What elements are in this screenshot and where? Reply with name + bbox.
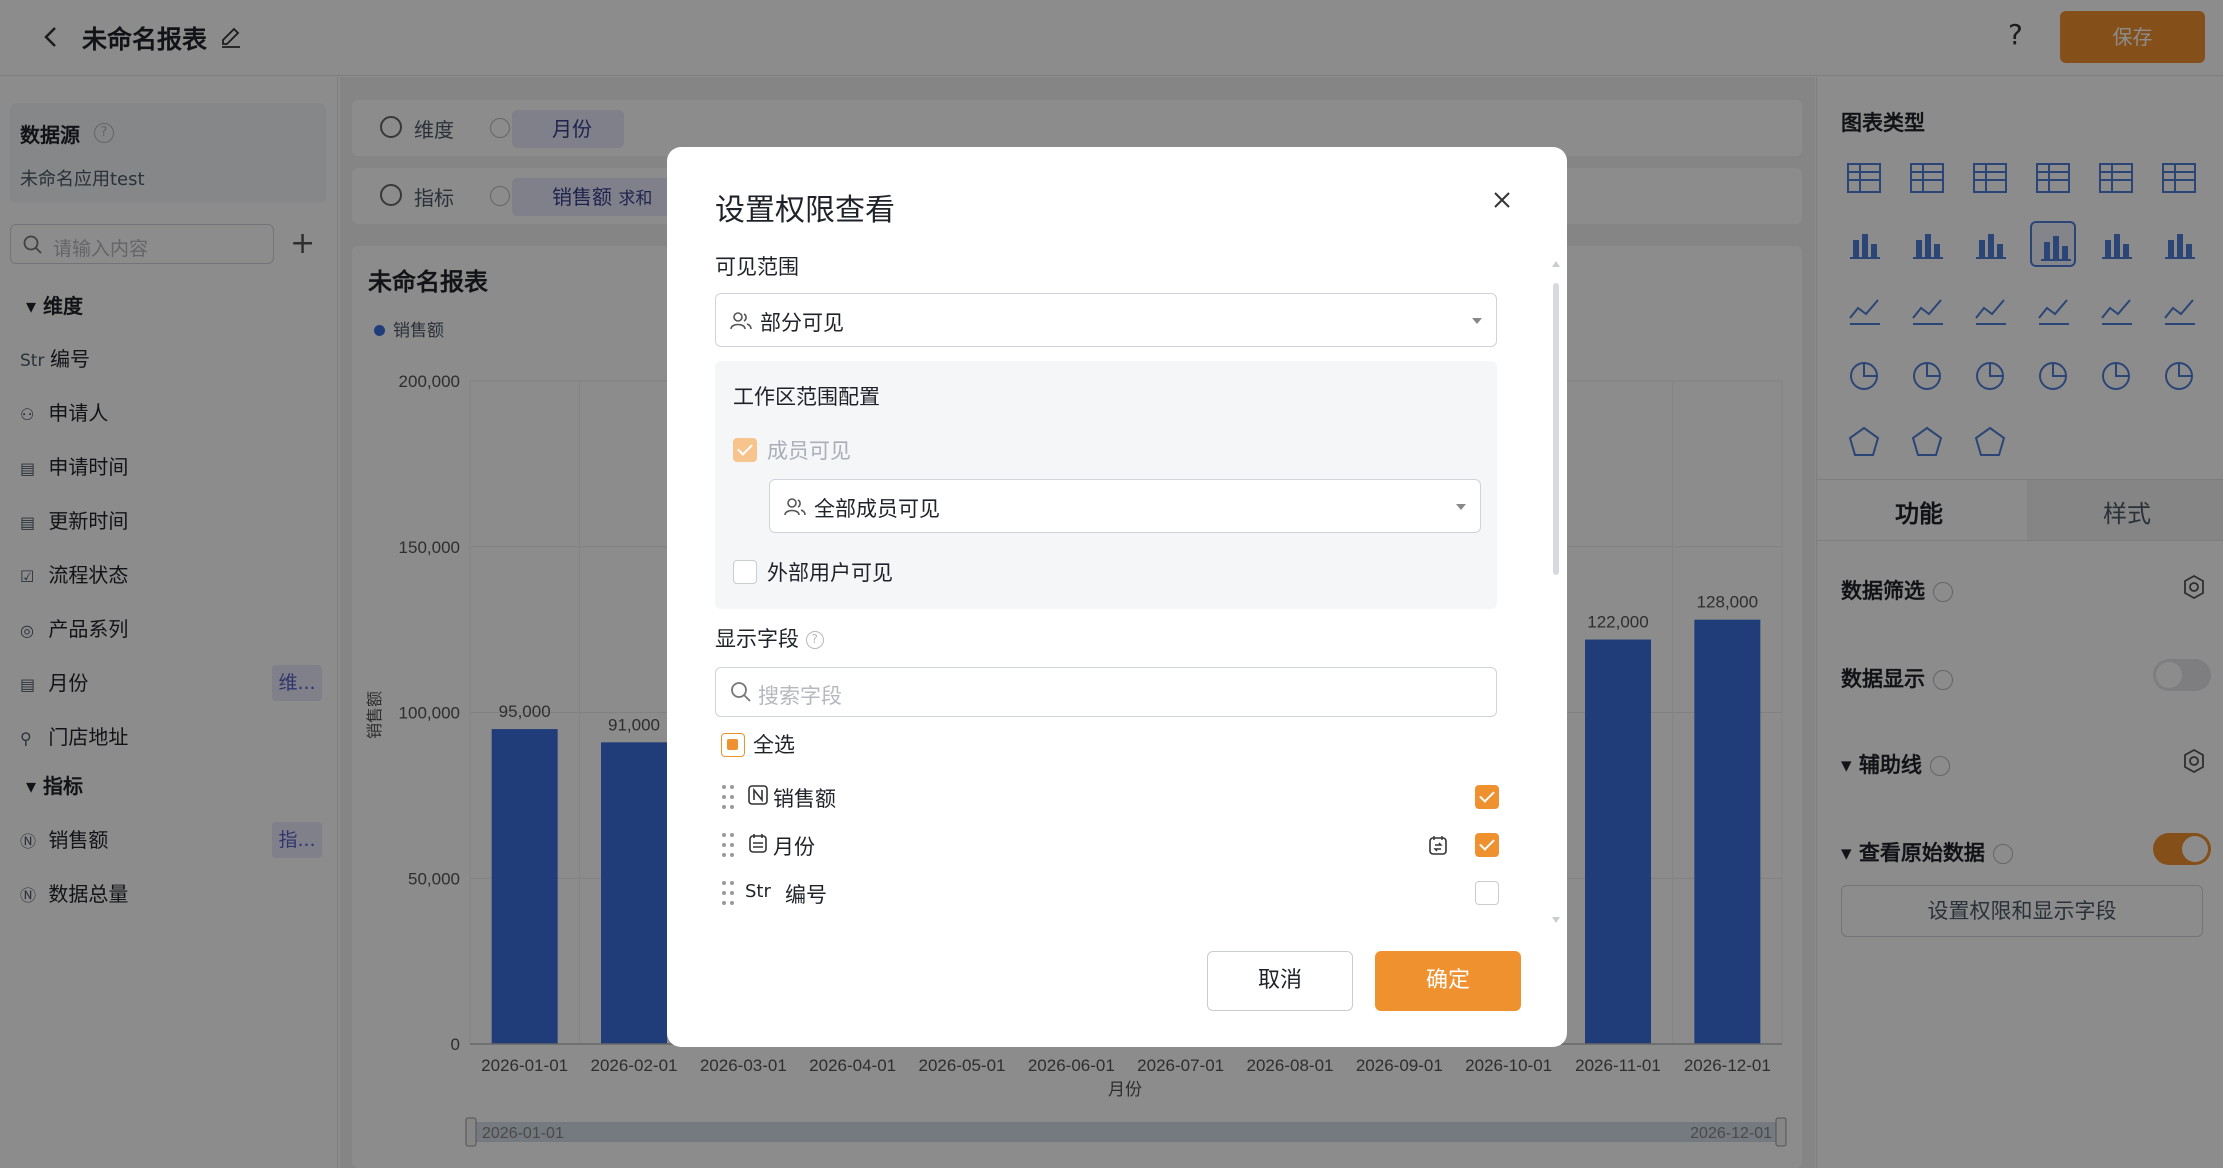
cancel-button[interactable]: 取消 — [1207, 951, 1353, 1011]
help-icon[interactable]: ? — [805, 631, 824, 649]
external-visible-label: 外部用户可见 — [767, 561, 893, 585]
date-format-icon[interactable] — [1427, 834, 1449, 856]
display-fields-text: 显示字段 — [715, 627, 799, 651]
users-icon — [730, 312, 752, 330]
visible-scope-label: 可见范围 — [715, 255, 799, 279]
dialog-scrollbar[interactable] — [1549, 257, 1563, 927]
field-checkbox[interactable] — [1475, 785, 1499, 809]
field-row-sales[interactable]: 销售额 — [721, 779, 1499, 815]
member-visible-checkbox — [733, 438, 757, 462]
search-icon — [731, 682, 751, 702]
member-scope-select[interactable]: 全部成员可见 — [769, 479, 1481, 533]
drag-handle-icon[interactable] — [721, 831, 735, 859]
external-visible-checkbox[interactable] — [733, 560, 757, 584]
member-visible-label: 成员可见 — [767, 439, 851, 463]
select-all-checkbox[interactable] — [721, 733, 745, 757]
display-fields-label: 显示字段 ? — [715, 623, 824, 653]
users-icon — [784, 498, 806, 516]
app-root: 未命名报表 ? 保存 数据源 ? 未命名应用test 请输入内容 + ▾ 维度 … — [0, 0, 2223, 1168]
workspace-config-box: 工作区范围配置 成员可见 全部成员可见 外部用户可见 — [715, 361, 1497, 609]
select-all-label: 全选 — [753, 733, 795, 757]
member-scope-value: 全部成员可见 — [814, 497, 940, 521]
field-row-label: 销售额 — [773, 787, 836, 811]
visible-scope-select[interactable]: 部分可见 — [715, 293, 1497, 347]
field-row-bianhao[interactable]: Str 编号 — [721, 875, 1499, 911]
string-type-icon: Str — [745, 881, 771, 902]
field-checkbox[interactable] — [1475, 833, 1499, 857]
chevron-down-icon — [1472, 318, 1482, 324]
field-row-month[interactable]: 月份 — [721, 827, 1499, 863]
field-search-placeholder: 搜索字段 — [758, 684, 842, 708]
drag-handle-icon[interactable] — [721, 783, 735, 811]
permission-dialog: 设置权限查看 可见范围 部分可见 工作区范围配置 成员可见 全部成员可见 外部用… — [667, 147, 1567, 1047]
field-search-box[interactable]: 搜索字段 — [715, 667, 1497, 717]
visible-scope-value: 部分可见 — [760, 311, 844, 335]
workspace-config-label: 工作区范围配置 — [733, 385, 880, 409]
drag-handle-icon[interactable] — [721, 879, 735, 907]
confirm-button[interactable]: 确定 — [1375, 951, 1521, 1011]
field-checkbox[interactable] — [1475, 881, 1499, 905]
close-icon[interactable] — [1489, 187, 1515, 213]
dialog-title: 设置权限查看 — [715, 193, 895, 228]
field-row-label: 月份 — [773, 835, 815, 859]
calendar-icon — [749, 834, 767, 853]
number-icon — [748, 785, 768, 805]
chevron-down-icon — [1456, 504, 1466, 510]
field-row-label: 编号 — [785, 883, 827, 907]
